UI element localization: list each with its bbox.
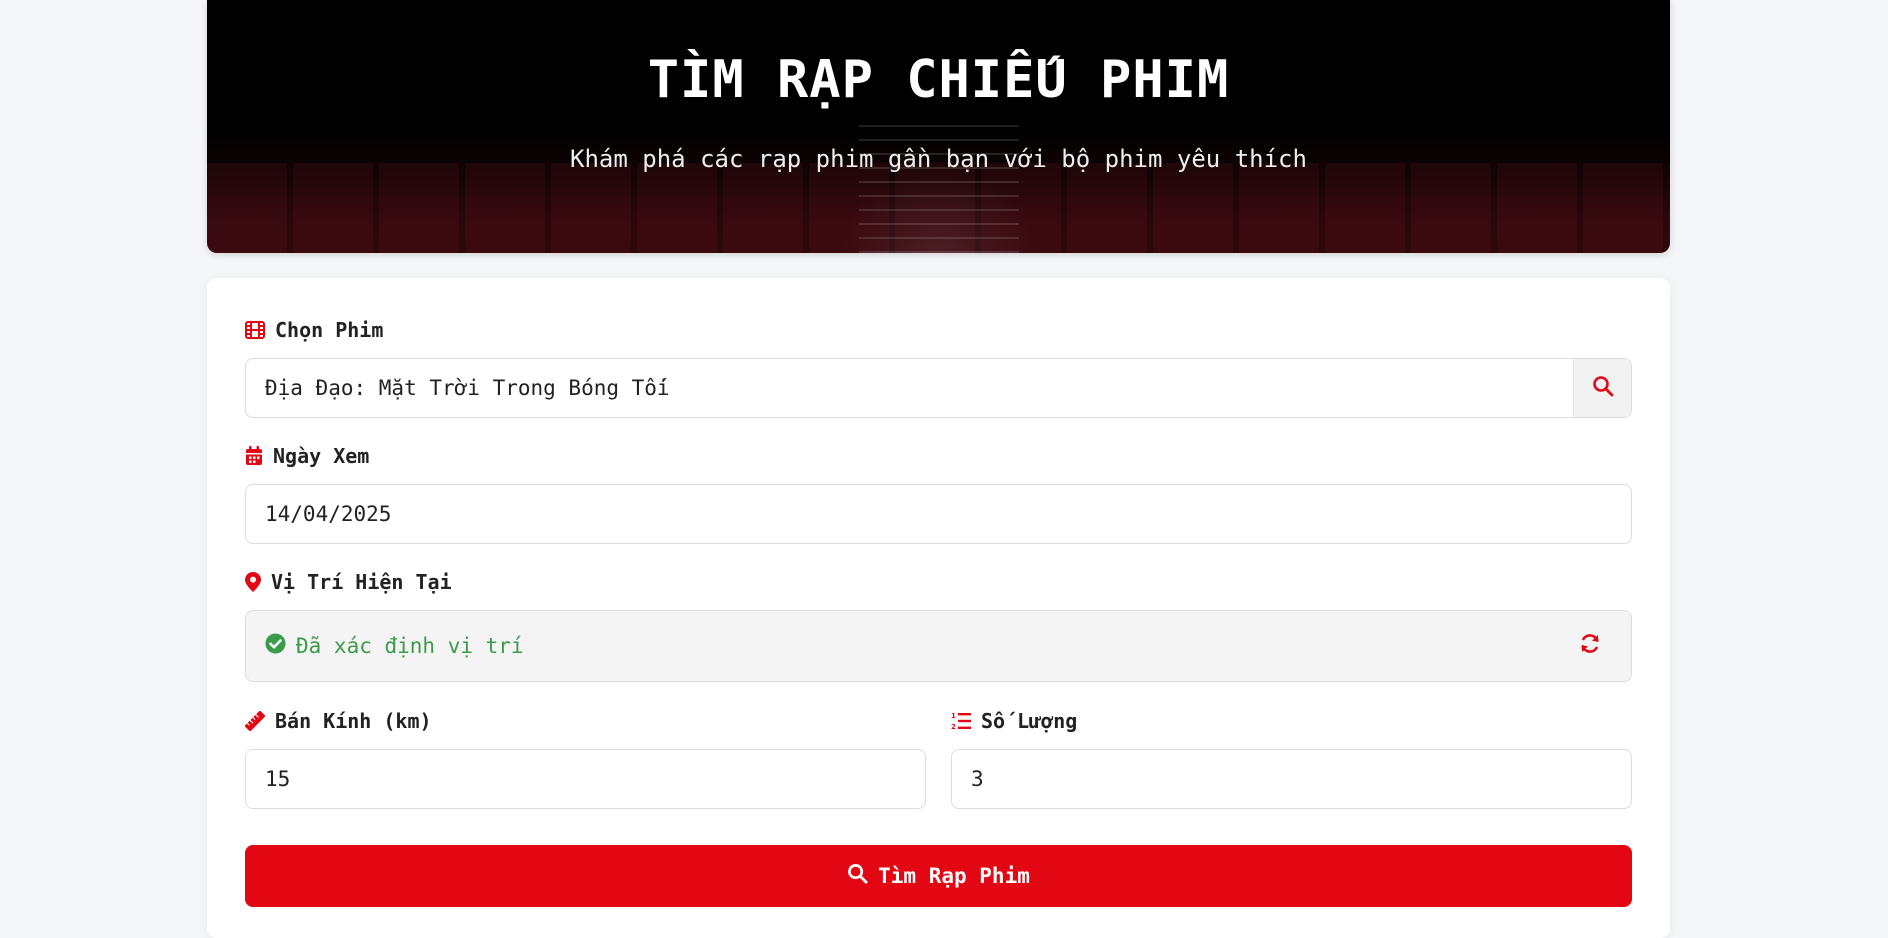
- search-icon: [1592, 375, 1614, 402]
- radius-input[interactable]: 15: [245, 749, 926, 809]
- refresh-location-button[interactable]: [1579, 633, 1601, 660]
- date-label-text: Ngày Xem: [273, 444, 370, 468]
- location-status-box: Đã xác định vị trí: [245, 610, 1632, 682]
- location-label: Vị Trí Hiện Tại: [245, 570, 452, 594]
- map-pin-icon: [245, 572, 261, 592]
- calendar-icon: [245, 446, 263, 466]
- movie-search-button[interactable]: [1573, 359, 1631, 417]
- refresh-icon: [1579, 633, 1601, 660]
- search-icon: [847, 863, 868, 889]
- date-value: 14/04/2025: [265, 502, 392, 526]
- count-value: 3: [971, 767, 984, 791]
- find-cinema-button[interactable]: Tìm Rạp Phim: [245, 845, 1632, 907]
- count-label: 1 2 Số Lượng: [951, 709, 1077, 733]
- page-subtitle: Khám phá các rạp phim gần bạn với bộ phi…: [570, 145, 1307, 173]
- hero-banner: TÌM RẠP CHIẾU PHIM Khám phá các rạp phim…: [207, 0, 1670, 253]
- hero-stairs-decoration: [858, 113, 1019, 253]
- check-circle-icon: [265, 633, 286, 659]
- count-input[interactable]: 3: [951, 749, 1632, 809]
- location-status-text: Đã xác định vị trí: [296, 634, 524, 658]
- radius-value: 15: [265, 767, 291, 791]
- count-label-text: Số Lượng: [981, 709, 1078, 733]
- date-input[interactable]: 14/04/2025: [245, 484, 1632, 544]
- numbered-list-icon: 1 2: [951, 711, 971, 731]
- location-status: Đã xác định vị trí: [265, 633, 524, 659]
- page-title: TÌM RẠP CHIẾU PHIM: [647, 50, 1230, 110]
- movie-label-text: Chọn Phim: [275, 318, 384, 342]
- ruler-icon: [245, 711, 265, 731]
- find-cinema-button-label: Tìm Rạp Phim: [878, 864, 1030, 888]
- radius-label-text: Bán Kính (km): [275, 709, 432, 733]
- location-label-text: Vị Trí Hiện Tại: [271, 570, 452, 594]
- movie-value: Địa Đạo: Mặt Trời Trong Bóng Tối: [265, 376, 670, 400]
- movie-label: Chọn Phim: [245, 318, 383, 342]
- svg-text:2: 2: [951, 723, 956, 731]
- radius-label: Bán Kính (km): [245, 709, 432, 733]
- film-icon: [245, 321, 265, 339]
- movie-select[interactable]: Địa Đạo: Mặt Trời Trong Bóng Tối: [245, 358, 1632, 418]
- search-form-card: Chọn Phim Địa Đạo: Mặt Trời Trong Bóng T…: [207, 278, 1670, 938]
- date-label: Ngày Xem: [245, 444, 369, 468]
- svg-text:1: 1: [951, 712, 956, 720]
